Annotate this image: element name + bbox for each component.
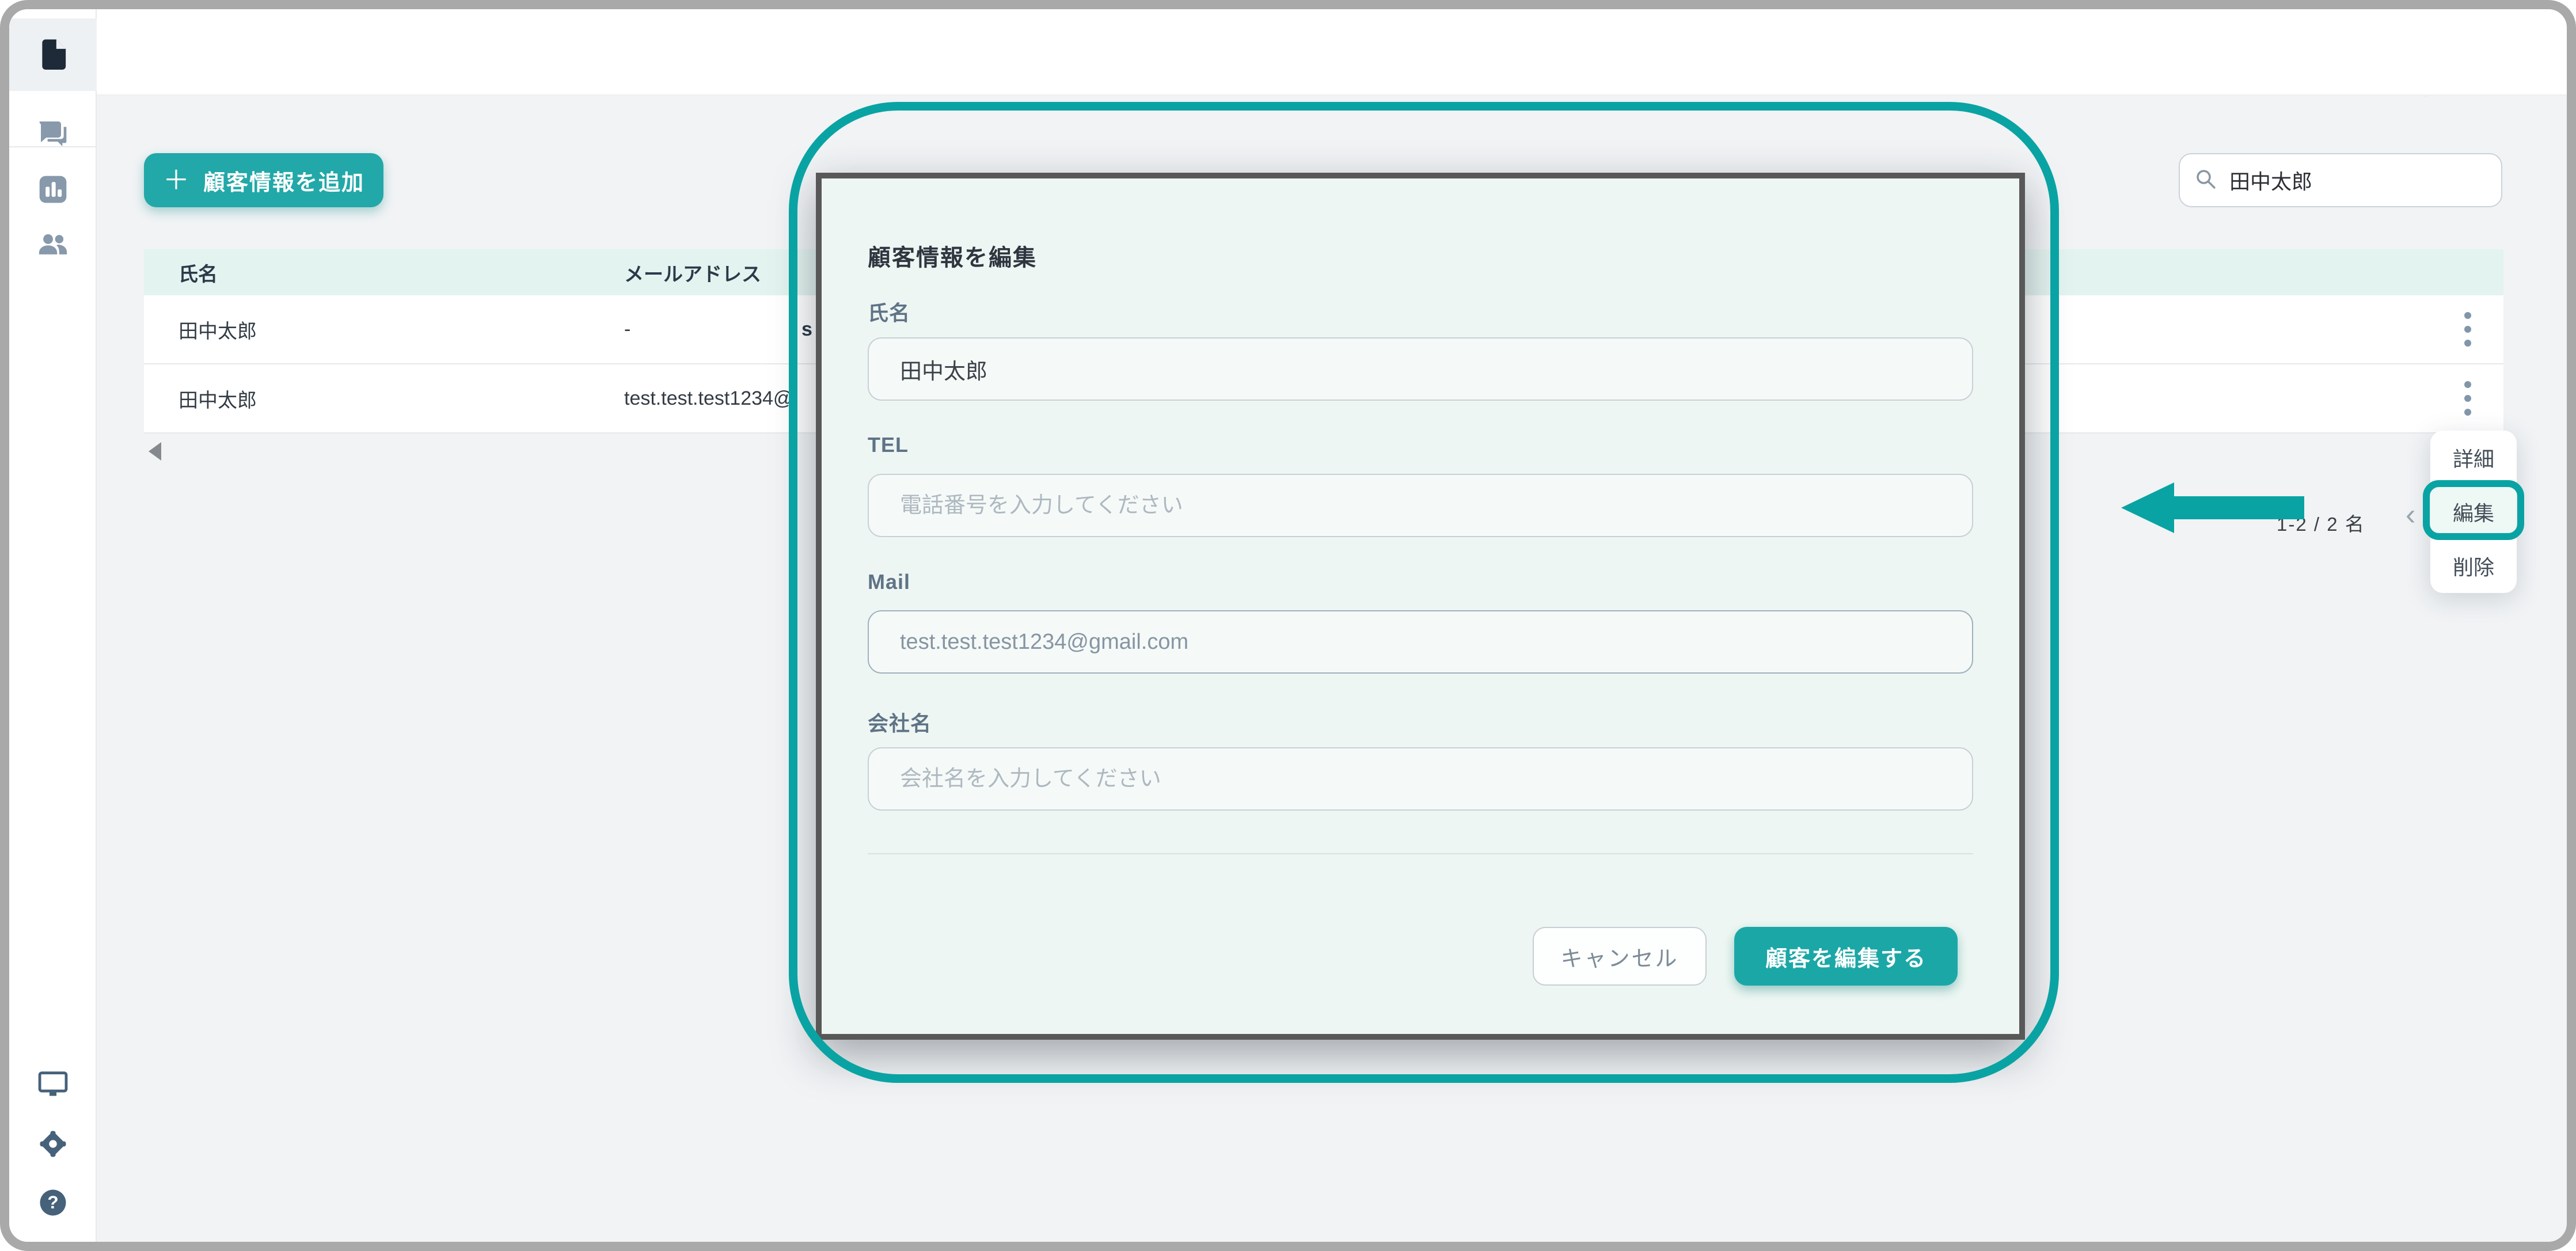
menu-item-detail[interactable]: 詳細 (2430, 431, 2517, 485)
kebab-icon (2463, 379, 2472, 417)
pagination-label: 1-2 / 2 名 (2277, 509, 2365, 537)
topbar (97, 9, 2567, 96)
row-context-menu: 詳細 編集 削除 (2430, 431, 2517, 593)
app-window: ? 顧客一覧 テ太 テスト 太郎 受付可能 ＋ 顧客情報を追加 (0, 0, 2576, 1251)
menu-item-delete[interactable]: 削除 (2430, 539, 2517, 593)
search-box (2179, 153, 2502, 207)
monitor-icon (36, 1067, 70, 1104)
field-label-company: 会社名 (868, 707, 932, 737)
column-header-name: 氏名 (144, 258, 624, 287)
modal-divider (868, 853, 1973, 854)
cell-name: 田中太郎 (144, 315, 624, 344)
add-customer-button[interactable]: ＋ 顧客情報を追加 (144, 153, 383, 207)
gear-icon (37, 1128, 69, 1162)
field-label-mail: Mail (868, 570, 910, 594)
bar-chart-icon (37, 173, 69, 208)
cell-hidden-fragment: s (801, 295, 812, 363)
modal-title: 顧客情報を編集 (868, 239, 1037, 272)
cell-name: 田中太郎 (144, 385, 624, 413)
sidebar-item-help[interactable]: ? (9, 1168, 97, 1240)
help-icon: ? (37, 1187, 69, 1221)
annotation-arrow-icon (2121, 482, 2174, 533)
svg-text:?: ? (47, 1192, 58, 1212)
company-field[interactable] (868, 747, 1973, 811)
name-field[interactable] (868, 337, 1973, 401)
sidebar-item-customers[interactable] (9, 18, 97, 91)
sidebar: ? (9, 9, 97, 1242)
screenshot-canvas: ? 顧客一覧 テ太 テスト 太郎 受付可能 ＋ 顧客情報を追加 (0, 0, 2576, 1251)
field-label-name: 氏名 (868, 296, 910, 326)
pagination-prev-icon[interactable]: ‹ (2406, 497, 2415, 532)
sidebar-divider (9, 146, 97, 147)
cell-email: test.test.test1234@ (624, 387, 793, 410)
row-menu-button[interactable] (2445, 364, 2491, 432)
search-input[interactable] (2228, 168, 2487, 193)
field-label-tel: TEL (868, 433, 909, 457)
kebab-icon (2463, 310, 2472, 348)
sidebar-item-staff[interactable] (9, 210, 97, 282)
search-icon (2194, 167, 2218, 194)
plus-icon: ＋ (163, 167, 189, 193)
document-icon (37, 37, 69, 73)
add-customer-label: 顧客情報を追加 (203, 165, 364, 196)
table-scroll-left-icon[interactable] (149, 442, 161, 461)
cancel-button[interactable]: キャンセル (1533, 927, 1707, 986)
mail-field[interactable] (868, 610, 1973, 674)
cell-email: - (624, 318, 630, 341)
submit-edit-button[interactable]: 顧客を編集する (1734, 927, 1958, 986)
edit-customer-modal: 顧客情報を編集 氏名 TEL Mail 会社名 キャンセル 顧客を編集する (816, 173, 2025, 1040)
tel-field[interactable] (868, 474, 1973, 537)
row-menu-button[interactable] (2445, 295, 2491, 363)
column-header-email: メールアドレス (624, 258, 761, 287)
menu-item-edit[interactable]: 編集 (2430, 485, 2517, 539)
people-icon (36, 228, 70, 264)
